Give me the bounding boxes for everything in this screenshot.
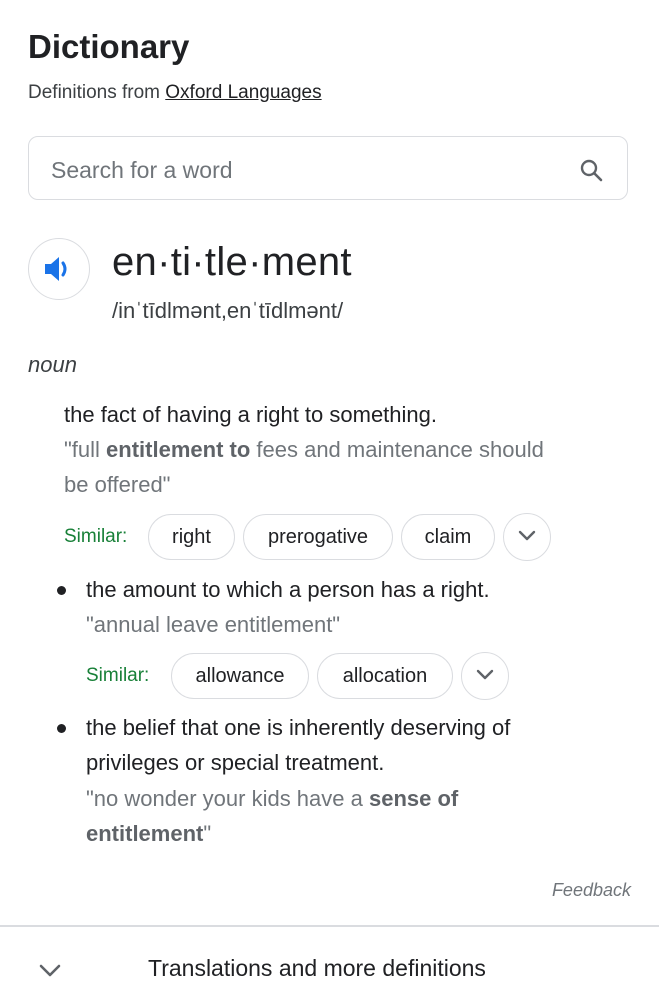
translations-more-definitions-button[interactable]: Translations and more definitions [148,955,486,982]
dictionary-title: Dictionary [28,28,190,65]
search-icon[interactable] [579,158,603,182]
more-similar-button-1[interactable] [503,513,551,561]
pronunciation-audio-button[interactable] [28,238,90,300]
similar-chip-prerogative[interactable]: prerogative [243,514,393,560]
similar-label-1: Similar: [64,526,128,547]
search-input[interactable]: Search for a word [51,157,233,184]
divider [0,925,659,927]
headword: en·ti·tle·ment [112,240,352,284]
speaker-icon [45,257,67,281]
similar-chip-right[interactable]: right [148,514,235,560]
feedback-link[interactable]: Feedback [552,880,631,901]
example-1-bold: entitlement to [106,437,251,462]
example-3-line2: entitlement" [86,816,211,851]
subtitle-prefix: Definitions from [28,82,166,103]
oxford-languages-link[interactable]: Oxford Languages [165,82,321,103]
definition-2: the amount to which a person has a right… [86,577,490,602]
example-3-bold2: entitlement [86,821,204,846]
definition-1: the fact of having a right to something. [64,402,438,427]
more-similar-button-2[interactable] [461,652,509,700]
chevron-down-icon [518,530,536,541]
definition-3-line1: the belief that one is inherently deserv… [86,715,511,740]
dictionary-subtitle: Definitions from Oxford Languages [28,82,322,104]
similar-chip-claim[interactable]: claim [401,514,495,560]
example-1-line2: be offered" [64,472,171,497]
example-3-bold: sense of [368,786,459,811]
example-3: "no wonder your kids have a sense of [86,781,458,816]
example-2: "annual leave entitlement" [86,612,341,637]
example-1-rest: fees and maintenance should [250,437,544,462]
definition-3-line2: privileges or special treatment. [86,750,385,775]
phonetic-spelling: /inˈtīdlmənt,enˈtīdlmənt/ [112,298,344,323]
chevron-down-icon[interactable] [38,962,62,983]
bullet-3 [57,724,66,733]
example-1: "full entitlement to fees and maintenanc… [64,432,544,467]
chevron-down-icon [476,669,494,680]
part-of-speech: noun [28,352,77,377]
example-1-open: "full [64,437,107,462]
bullet-2 [57,586,66,595]
example-3-open: "no wonder your kids have a [86,786,369,811]
similar-chip-allowance[interactable]: allowance [171,653,309,699]
similar-label-2: Similar: [86,665,150,686]
example-3-close: " [203,821,212,846]
word-search-box[interactable]: Search for a word [28,136,628,200]
similar-chip-allocation[interactable]: allocation [317,653,453,699]
